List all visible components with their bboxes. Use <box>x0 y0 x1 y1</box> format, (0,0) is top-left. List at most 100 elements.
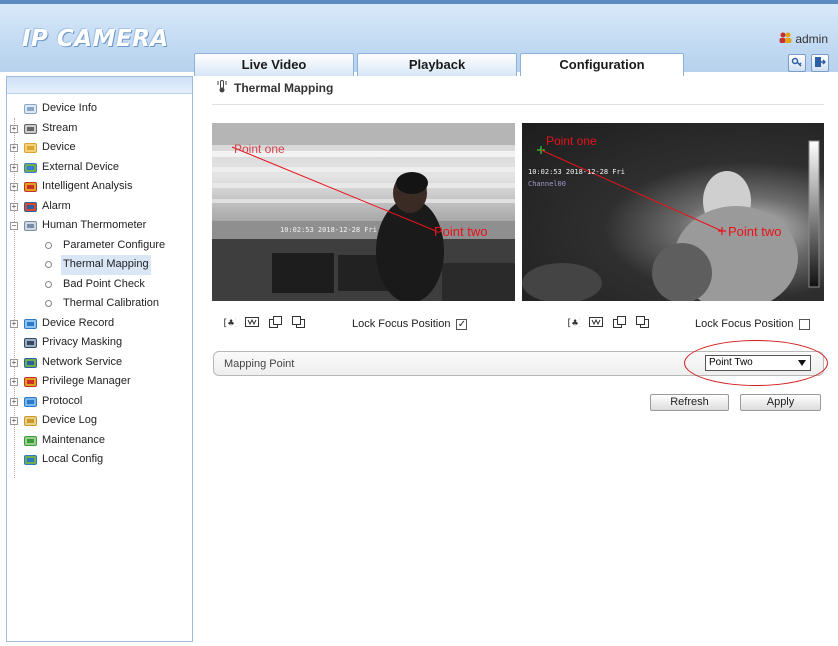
sidebar-item-bad-point-check[interactable]: Bad Point Check <box>7 275 192 295</box>
zoom-in-icon[interactable] <box>612 316 626 328</box>
logout-button[interactable] <box>811 54 829 72</box>
change-password-button[interactable] <box>788 54 806 72</box>
sidebar-item-label: Bad Point Check <box>63 277 145 290</box>
alarm-icon <box>24 201 37 213</box>
sidebar-item-label: Thermal Calibration <box>63 297 159 309</box>
expand-icon[interactable]: + <box>10 417 18 425</box>
expand-icon[interactable]: + <box>10 183 18 191</box>
sidebar-item-label: Local Config <box>42 453 104 465</box>
sidebar-item-thermal-calibration[interactable]: Thermal Calibration <box>7 294 192 314</box>
sidebar-item-alarm[interactable]: + Alarm <box>7 197 192 217</box>
sidebar-item-label: Stream <box>42 121 78 134</box>
folder-icon <box>24 142 37 154</box>
thermal-point-one-label: Point one <box>546 134 597 148</box>
lock-focus-left-checkbox[interactable]: ✓ <box>456 318 468 330</box>
expand-icon[interactable]: + <box>10 319 18 328</box>
stream-icon <box>24 123 37 135</box>
sidebar-item-device[interactable]: + Device <box>7 138 192 158</box>
thermal-point-two-label: Point two <box>728 224 782 239</box>
tree-leaf-bullet-icon <box>45 261 52 268</box>
thermometer-icon <box>216 80 228 96</box>
sidebar-item-thermal-mapping[interactable]: Thermal Mapping <box>7 255 192 275</box>
device-record-icon <box>24 318 37 330</box>
config-tree: Device Info + Stream + Device + External Devic… <box>7 94 192 478</box>
thermal-video-view[interactable]: 10:02:53 2018-12-28 Fri Channel00 Point … <box>522 123 824 301</box>
visible-osd-time: 10:02:53 2018-12-28 Fri <box>280 226 377 234</box>
sidebar-item-label: Human Thermometer <box>42 219 147 231</box>
lock-focus-right-label: Lock Focus Position <box>695 318 794 330</box>
expand-icon[interactable]: + <box>10 378 18 386</box>
sidebar-item-label: Maintenance <box>42 433 105 446</box>
sidebar-item-label: Intelligent Analysis <box>42 180 133 192</box>
sidebar-item-label: Device Log <box>42 414 98 426</box>
visible-point-two-label: Point two <box>434 224 488 239</box>
sidebar-item-human-thermometer[interactable]: − Human Thermometer <box>7 216 192 236</box>
lock-focus-right-checkbox[interactable] <box>799 318 811 330</box>
maintenance-icon <box>24 435 37 447</box>
sidebar-item-label: Device <box>42 141 76 153</box>
key-icon <box>791 56 803 71</box>
expand-icon[interactable]: + <box>10 358 18 367</box>
visible-video-view[interactable]: 10:02:53 2018-12-28 Fri Point one Point … <box>212 123 515 301</box>
sidebar-item-label: Privilege Manager <box>42 375 131 387</box>
tree-leaf-bullet-icon <box>45 241 52 249</box>
sidebar-header <box>7 77 192 94</box>
sidebar-item-label: Thermal Mapping <box>61 255 151 275</box>
header-bar: IP CAMERA Live Video Playback Configurat… <box>0 0 838 76</box>
tree-leaf-bullet-icon <box>45 280 52 288</box>
sidebar-item-device-info[interactable]: Device Info <box>7 99 192 119</box>
focus-far-icon[interactable] <box>245 316 259 328</box>
sidebar-item-label: External Device <box>42 160 120 173</box>
sidebar-item-label: Network Service <box>42 355 123 368</box>
page-title: Thermal Mapping <box>216 80 333 96</box>
focus-far-icon[interactable] <box>589 316 603 328</box>
external-device-icon <box>24 162 37 174</box>
sidebar-item-privacy-masking[interactable]: Privacy Masking <box>7 333 192 353</box>
intelligent-analysis-icon <box>24 181 37 193</box>
expand-icon[interactable]: + <box>10 144 18 152</box>
thermal-scene <box>522 140 820 301</box>
sidebar-item-network-service[interactable]: + Network Service <box>7 353 192 373</box>
tab-configuration[interactable]: Configuration <box>520 53 684 76</box>
tree-leaf-bullet-icon <box>45 300 52 307</box>
sidebar-item-intelligent-analysis[interactable]: + Intelligent Analysis <box>7 177 192 197</box>
sidebar-item-parameter-configure[interactable]: Parameter Configure <box>7 236 192 256</box>
lock-focus-right: Lock Focus Position <box>695 318 811 330</box>
visible-point-one-label: Point one <box>234 142 285 156</box>
sidebar-item-local-config[interactable]: Local Config <box>7 450 192 470</box>
username: admin <box>795 32 828 46</box>
zoom-out-icon[interactable] <box>635 316 649 328</box>
expand-icon[interactable]: + <box>10 202 18 211</box>
sidebar-item-maintenance[interactable]: Maintenance <box>7 431 192 451</box>
sidebar-item-external-device[interactable]: + External Device <box>7 158 192 178</box>
sidebar-item-label: Device Record <box>42 316 115 329</box>
sidebar-item-device-record[interactable]: + Device Record <box>7 314 192 334</box>
sidebar-item-label: Device Info <box>42 102 98 114</box>
thermometer-icon <box>24 220 37 232</box>
zoom-out-icon[interactable] <box>291 316 305 328</box>
apply-button[interactable]: Apply <box>740 394 821 411</box>
thermal-osd-channel: Channel00 <box>528 180 566 188</box>
sidebar-item-stream[interactable]: + Stream <box>7 119 192 139</box>
expand-icon[interactable]: + <box>10 397 18 406</box>
expand-icon[interactable]: + <box>10 124 18 133</box>
svg-text:[♣]: [♣] <box>222 318 236 328</box>
tab-live-video[interactable]: Live Video <box>194 53 354 76</box>
collapse-icon[interactable]: − <box>10 222 18 230</box>
sidebar-item-label: Protocol <box>42 394 83 407</box>
focus-near-icon[interactable]: [♣] <box>566 316 584 329</box>
sidebar-item-protocol[interactable]: + Protocol <box>7 392 192 412</box>
thermal-video-toolbar: [♣] <box>566 316 649 329</box>
tab-playback[interactable]: Playback <box>357 53 517 76</box>
expand-icon[interactable]: + <box>10 163 18 172</box>
sidebar-item-device-log[interactable]: + Device Log <box>7 411 192 431</box>
focus-near-icon[interactable]: [♣] <box>222 316 240 329</box>
sidebar-item-label: Privacy Masking <box>42 336 123 348</box>
privilege-manager-icon <box>24 376 37 388</box>
title-divider <box>212 104 824 105</box>
refresh-button[interactable]: Refresh <box>650 394 729 411</box>
zoom-in-icon[interactable] <box>268 316 282 328</box>
sidebar-item-privilege-manager[interactable]: + Privilege Manager <box>7 372 192 392</box>
page-title-text: Thermal Mapping <box>234 81 334 95</box>
thermal-osd-time: 10:02:53 2018-12-28 Fri <box>528 168 625 176</box>
